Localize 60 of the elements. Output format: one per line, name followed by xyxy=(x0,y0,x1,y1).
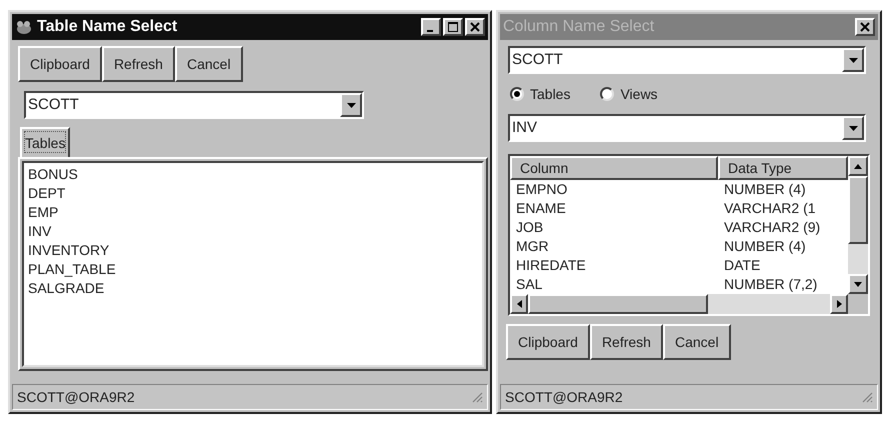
minimize-icon xyxy=(426,30,432,32)
table-cell-text: NUMBER (7,2) xyxy=(723,275,818,294)
up-arrow-icon xyxy=(854,164,862,168)
down-arrow-icon xyxy=(854,282,862,286)
horizontal-scrollbar[interactable] xyxy=(510,294,848,314)
left-arrow-icon xyxy=(516,300,522,308)
dropdown[interactable]: SCOTT xyxy=(508,46,866,74)
close-button[interactable] xyxy=(465,18,485,36)
list-item[interactable]: PLAN_TABLE xyxy=(28,260,478,279)
close-button[interactable] xyxy=(855,18,875,36)
toolbar-button[interactable]: Clipboard xyxy=(18,46,102,82)
dropdown[interactable]: INV xyxy=(508,114,866,142)
minimize-button[interactable] xyxy=(421,18,441,36)
scroll-left-button[interactable] xyxy=(510,294,528,314)
list-item[interactable]: SALGRADE xyxy=(28,279,478,298)
maximize-icon xyxy=(448,22,458,32)
list-item[interactable]: EMP xyxy=(28,203,478,222)
table-cell-text: NUMBER (4) xyxy=(723,237,807,256)
close-icon xyxy=(470,22,480,32)
window-title: Table Name Select xyxy=(37,17,178,37)
scrollbar-corner xyxy=(848,294,868,314)
table-cell-text: JOB xyxy=(515,218,544,237)
vertical-scrollbar[interactable] xyxy=(848,156,868,294)
column-header[interactable]: Column xyxy=(510,156,718,180)
maximize-button[interactable] xyxy=(443,18,463,36)
table-cell-text: ENAME xyxy=(515,199,567,218)
table-cell-text: EMPNO xyxy=(515,180,568,199)
toolbar-button[interactable]: Cancel xyxy=(662,324,731,360)
scroll-up-button[interactable] xyxy=(848,156,868,176)
toolbar-button[interactable]: Clipboard xyxy=(506,324,590,360)
list-item[interactable]: INV xyxy=(28,222,478,241)
toolbar-button[interactable]: Refresh xyxy=(102,46,175,82)
table-cell-text: SAL xyxy=(515,275,544,294)
resize-grip-icon xyxy=(471,391,483,403)
scroll-thumb[interactable] xyxy=(528,294,708,314)
column-header[interactable]: Data Type xyxy=(718,156,848,180)
dropdown[interactable]: SCOTT xyxy=(24,91,364,119)
status-text: SCOTT@ORA9R2 xyxy=(505,388,623,406)
table-cell-text: VARCHAR2 (1 xyxy=(723,199,817,218)
toolbar-button[interactable]: Refresh xyxy=(590,324,663,360)
scroll-thumb[interactable] xyxy=(848,176,868,244)
scroll-down-button[interactable] xyxy=(848,274,868,294)
tab[interactable]: Tables xyxy=(20,127,70,157)
window-title: Column Name Select xyxy=(503,17,656,37)
status-text: SCOTT@ORA9R2 xyxy=(17,388,135,406)
scroll-right-button[interactable] xyxy=(830,294,848,314)
table-cell-text: VARCHAR2 (9) xyxy=(723,218,822,237)
list-item[interactable]: BONUS xyxy=(28,165,478,184)
table-cell-text: MGR xyxy=(515,237,550,256)
radio-button[interactable]: Tables xyxy=(510,84,570,104)
radio-button[interactable]: Views xyxy=(600,84,658,104)
list-item[interactable]: DEPT xyxy=(28,184,478,203)
toolbar-button[interactable]: Cancel xyxy=(174,46,243,82)
right-arrow-icon xyxy=(836,300,842,308)
table-cell-text: DATE xyxy=(723,256,762,275)
list-item[interactable]: INVENTORY xyxy=(28,241,478,260)
close-icon xyxy=(860,22,870,32)
table-cell-text: NUMBER (4) xyxy=(723,180,807,199)
table-cell-text: HIREDATE xyxy=(515,256,587,275)
resize-grip-icon xyxy=(861,391,873,403)
